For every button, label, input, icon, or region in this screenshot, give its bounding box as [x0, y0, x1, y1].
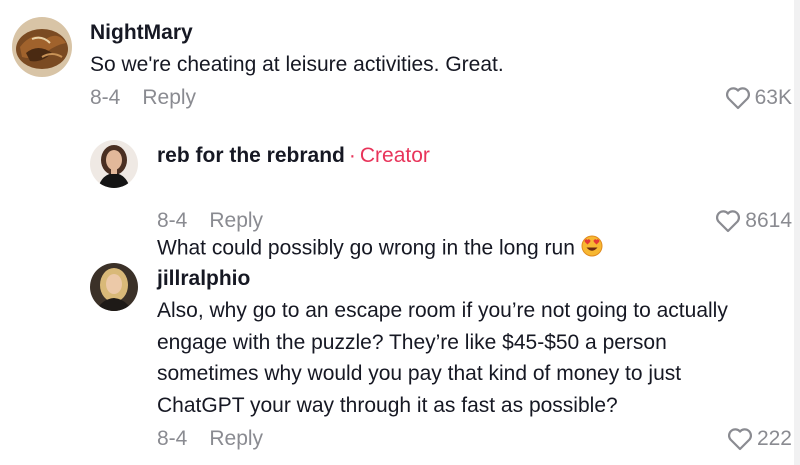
comment-text: So we're cheating at leisure activities.… — [90, 53, 504, 76]
like-button[interactable]: 222 — [727, 427, 792, 451]
reply-button[interactable]: Reply — [209, 209, 263, 232]
comment-date: 8-4 — [157, 209, 188, 232]
like-count: 63K — [754, 86, 792, 109]
comment-meta: 8-4 Reply — [90, 86, 196, 110]
heart-icon — [725, 86, 751, 110]
separator-dot: · — [348, 144, 356, 167]
avatar[interactable] — [90, 263, 138, 311]
like-button[interactable]: 8614 — [715, 209, 792, 233]
like-button[interactable]: 63K — [725, 86, 792, 110]
comment-date: 8-4 — [90, 86, 121, 109]
creator-badge: Creator — [359, 144, 430, 167]
comment-username[interactable]: NightMary — [90, 21, 193, 45]
comment-username[interactable]: reb for the rebrand · Creator — [157, 144, 430, 168]
avatar[interactable] — [90, 140, 138, 188]
heart-icon — [727, 427, 753, 451]
comment-text: Also, why go to an escape room if you’re… — [157, 299, 728, 417]
avatar[interactable] — [12, 17, 72, 77]
reply-username[interactable]: reb for the rebrand — [157, 144, 345, 167]
heart-icon — [715, 209, 741, 233]
comment-meta: 8-4 Reply — [157, 209, 263, 233]
reply-button[interactable]: Reply — [142, 86, 196, 109]
comment-date: 8-4 — [157, 427, 188, 450]
scrollbar[interactable] — [794, 0, 800, 465]
like-count: 222 — [756, 427, 792, 450]
comment-meta: 8-4 Reply — [157, 427, 263, 451]
like-count: 8614 — [745, 209, 792, 232]
comment-username[interactable]: jillralphio — [157, 267, 250, 291]
heart-eyes-emoji-icon — [581, 204, 603, 267]
comment-text-content: What could possibly go wrong in the long… — [157, 236, 575, 259]
reply-button[interactable]: Reply — [209, 427, 263, 450]
